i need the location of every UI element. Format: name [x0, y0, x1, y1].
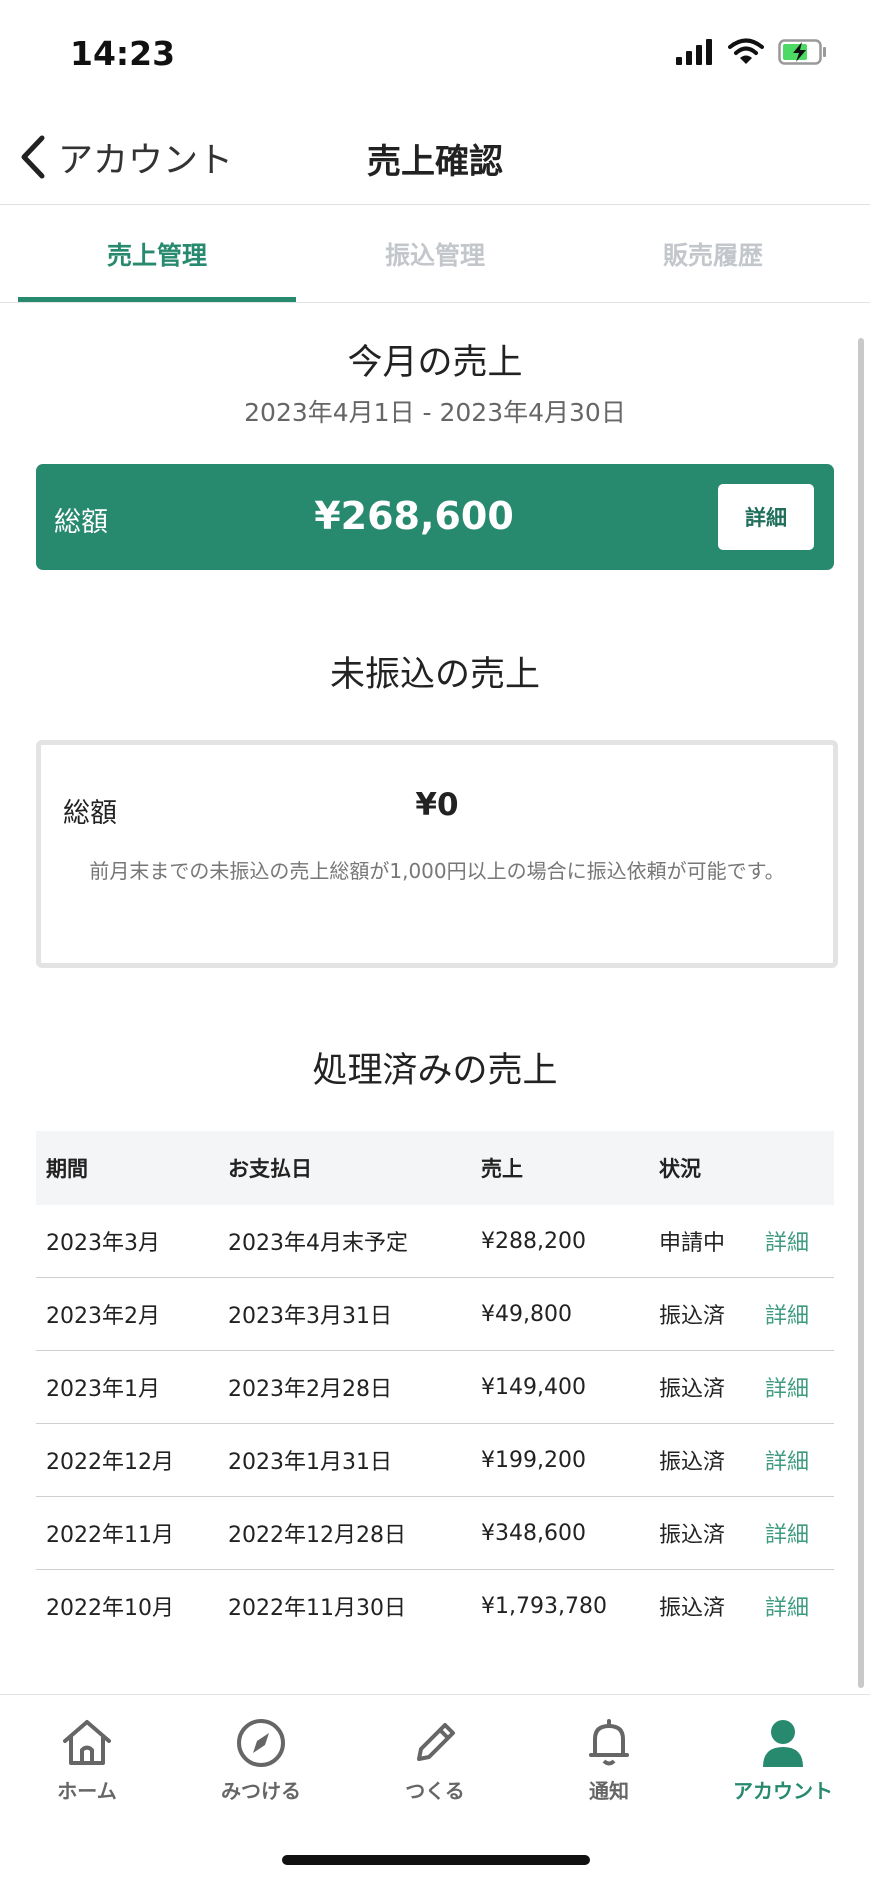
tabs-divider — [0, 302, 870, 303]
column-header-pay-date: お支払日 — [228, 1157, 312, 1181]
status-icons — [676, 38, 828, 66]
tab-discover-label: みつける — [221, 1779, 301, 1803]
row-pay-date: 2023年4月末予定 — [228, 1231, 408, 1256]
table-row: 2023年3月 2023年4月末予定 ¥288,200 申請中 詳細 — [36, 1205, 834, 1278]
row-detail-link[interactable]: 詳細 — [765, 1590, 834, 1622]
row-period: 2023年1月 — [46, 1377, 160, 1402]
processed-title: 処理済みの売上 — [312, 1051, 558, 1091]
tab-notifications[interactable]: 通知 — [522, 1695, 696, 1815]
total-amount: ¥268,600 — [314, 494, 514, 538]
this-month-detail-button[interactable]: 詳細 — [718, 484, 814, 550]
row-pay-date: 2023年3月31日 — [228, 1304, 392, 1329]
row-detail-link[interactable]: 詳細 — [765, 1444, 834, 1476]
status-bar: 14:23 — [0, 0, 870, 110]
tab-account[interactable]: アカウント — [696, 1695, 870, 1815]
tab-sales-history[interactable]: 販売履歴 — [574, 206, 852, 302]
home-indicator — [282, 1855, 590, 1865]
row-amount: ¥149,400 — [481, 1374, 586, 1400]
tab-sales-management[interactable]: 売上管理 — [18, 206, 296, 302]
processed-sales-table: 期間 お支払日 売上 状況 2023年3月 2023年4月末予定 ¥288,20… — [36, 1131, 834, 1642]
table-row: 2023年2月 2023年3月31日 ¥49,800 振込済 詳細 — [36, 1278, 834, 1351]
table-header: 期間 お支払日 売上 状況 — [36, 1131, 834, 1205]
tab-discover[interactable]: みつける — [174, 1695, 348, 1815]
row-pay-date: 2022年11月30日 — [228, 1596, 406, 1621]
row-detail-link[interactable]: 詳細 — [765, 1298, 834, 1330]
tab-create[interactable]: つくる — [348, 1695, 522, 1815]
tab-home-label: ホーム — [57, 1779, 117, 1803]
row-amount: ¥288,200 — [481, 1228, 586, 1254]
tab-account-label: アカウント — [733, 1779, 833, 1803]
table-row: 2023年1月 2023年2月28日 ¥149,400 振込済 詳細 — [36, 1351, 834, 1424]
tab-create-label: つくる — [405, 1779, 465, 1803]
segment-tabs: 売上管理 振込管理 販売履歴 — [18, 206, 852, 302]
table-row: 2022年11月 2022年12月28日 ¥348,600 振込済 詳細 — [36, 1497, 834, 1570]
unpaid-card: 総額 ¥0 前月末までの未振込の売上総額が1,000円以上の場合に振込依頼が可能… — [36, 740, 838, 968]
row-amount: ¥199,200 — [481, 1447, 586, 1473]
battery-charging-icon — [778, 39, 826, 65]
row-period: 2023年2月 — [46, 1304, 160, 1329]
row-period: 2022年10月 — [46, 1596, 174, 1621]
status-time: 14:23 — [70, 34, 176, 73]
scrollbar[interactable] — [858, 338, 864, 1688]
row-status: 振込済 — [659, 1596, 726, 1621]
person-icon — [763, 1720, 803, 1767]
row-detail-link[interactable]: 詳細 — [765, 1371, 834, 1403]
row-pay-date: 2023年1月31日 — [228, 1450, 392, 1475]
tab-home[interactable]: ホーム — [0, 1695, 174, 1815]
wifi-icon — [728, 38, 764, 64]
row-period: 2023年3月 — [46, 1231, 160, 1256]
home-icon — [63, 1720, 111, 1765]
unpaid-title: 未振込の売上 — [329, 655, 540, 695]
column-header-amount: 売上 — [481, 1157, 523, 1181]
column-header-period: 期間 — [46, 1157, 88, 1181]
row-status: 振込済 — [659, 1377, 726, 1402]
unpaid-total-amount: ¥0 — [415, 787, 459, 823]
table-row: 2022年12月 2023年1月31日 ¥199,200 振込済 詳細 — [36, 1424, 834, 1497]
row-status: 振込済 — [659, 1523, 726, 1548]
row-amount: ¥49,800 — [481, 1301, 572, 1327]
page-title: 売上確認 — [367, 142, 503, 182]
row-detail-link[interactable]: 詳細 — [765, 1225, 834, 1257]
row-status: 申請中 — [659, 1231, 726, 1256]
tab-notifications-label: 通知 — [589, 1779, 629, 1803]
row-period: 2022年11月 — [46, 1523, 174, 1548]
row-status: 振込済 — [659, 1304, 726, 1329]
unpaid-note: 前月末までの未振込の売上総額が1,000円以上の場合に振込依頼が可能です。 — [89, 859, 785, 883]
table-row: 2022年10月 2022年11月30日 ¥1,793,780 振込済 詳細 — [36, 1570, 834, 1642]
column-header-status: 状況 — [659, 1157, 701, 1181]
row-pay-date: 2023年2月28日 — [228, 1377, 392, 1402]
pencil-icon — [417, 1723, 455, 1761]
row-period: 2022年12月 — [46, 1450, 174, 1475]
bell-icon — [589, 1719, 629, 1766]
this-month-title: 今月の売上 — [347, 343, 523, 383]
period-range: 2023年4月1日 - 2023年4月30日 — [244, 398, 626, 427]
bottom-tab-bar: ホーム みつける つくる 通知 アカウント — [0, 1694, 870, 1884]
row-status: 振込済 — [659, 1450, 726, 1475]
row-amount: ¥348,600 — [481, 1520, 586, 1546]
row-detail-link[interactable]: 詳細 — [765, 1517, 834, 1549]
cellular-signal-icon — [676, 39, 712, 65]
this-month-total-card: 総額 ¥268,600 詳細 — [36, 464, 834, 570]
row-amount: ¥1,793,780 — [481, 1593, 607, 1619]
row-pay-date: 2022年12月28日 — [228, 1523, 406, 1548]
navigation-bar: アカウント 売上確認 — [0, 110, 870, 205]
compass-icon — [237, 1719, 285, 1767]
tab-transfer-management[interactable]: 振込管理 — [296, 206, 574, 302]
